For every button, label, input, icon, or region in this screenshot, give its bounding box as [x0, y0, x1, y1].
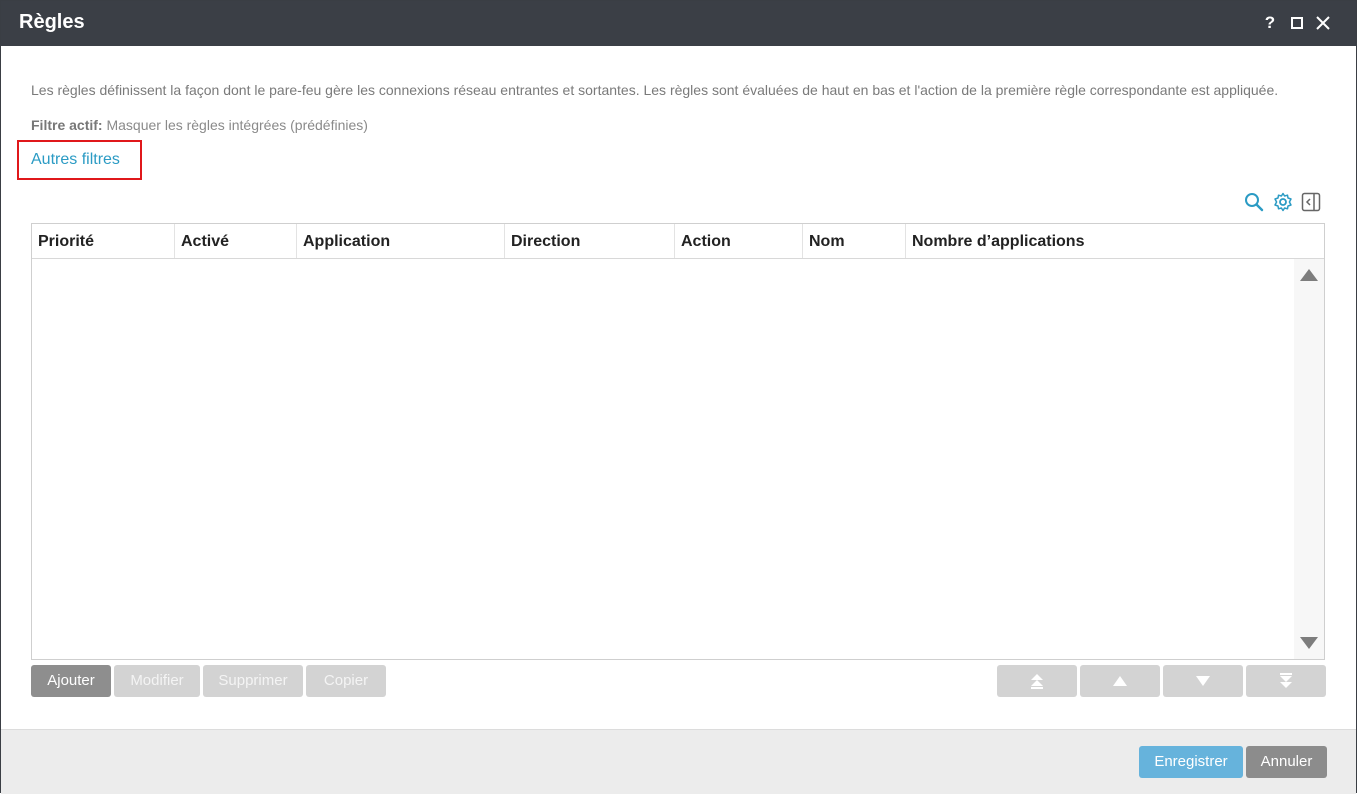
- column-header-direction[interactable]: Direction: [505, 224, 675, 258]
- scroll-down-arrow-icon[interactable]: [1300, 637, 1318, 649]
- rules-description: Les règles définissent la façon dont le …: [31, 82, 1279, 98]
- close-button[interactable]: [1313, 13, 1333, 33]
- dialog-title: Règles: [19, 11, 85, 33]
- move-to-bottom-icon: [1280, 673, 1292, 688]
- move-to-top-icon: [1031, 674, 1043, 689]
- gear-icon[interactable]: [1273, 192, 1293, 212]
- active-filter: Filtre actif: Masquer les règles intégré…: [31, 117, 368, 133]
- save-button[interactable]: Enregistrer: [1139, 746, 1243, 778]
- active-filter-label: Filtre actif:: [31, 117, 103, 133]
- rules-dialog: Règles ? Les règles définissent la façon…: [0, 0, 1357, 794]
- column-header-action[interactable]: Action: [675, 224, 803, 258]
- edit-button[interactable]: Modifier: [114, 665, 200, 697]
- column-header-app-count[interactable]: Nombre d’applications: [906, 224, 1324, 258]
- help-button[interactable]: ?: [1260, 13, 1280, 33]
- maximize-icon: [1291, 17, 1303, 29]
- maximize-button[interactable]: [1287, 13, 1307, 33]
- move-down-icon: [1196, 676, 1210, 686]
- move-up-icon: [1113, 676, 1127, 686]
- vertical-scrollbar[interactable]: [1294, 259, 1324, 659]
- move-to-top-button[interactable]: [997, 665, 1077, 697]
- add-button[interactable]: Ajouter: [31, 665, 111, 697]
- cancel-button[interactable]: Annuler: [1246, 746, 1327, 778]
- column-header-application[interactable]: Application: [297, 224, 505, 258]
- column-header-priority[interactable]: Priorité: [32, 224, 175, 258]
- close-icon: [1316, 16, 1330, 30]
- delete-button[interactable]: Supprimer: [203, 665, 303, 697]
- active-filter-value: Masquer les règles intégrées (prédéfinie…: [106, 117, 368, 133]
- column-header-name[interactable]: Nom: [803, 224, 906, 258]
- copy-button[interactable]: Copier: [306, 665, 386, 697]
- column-header-enabled[interactable]: Activé: [175, 224, 297, 258]
- scroll-up-arrow-icon[interactable]: [1300, 269, 1318, 281]
- move-up-button[interactable]: [1080, 665, 1160, 697]
- search-icon[interactable]: [1244, 192, 1264, 212]
- table-header: Priorité Activé Application Direction Ac…: [32, 224, 1324, 259]
- collapse-panel-icon[interactable]: [1301, 192, 1321, 212]
- move-to-bottom-button[interactable]: [1246, 665, 1326, 697]
- title-bar: Règles ?: [1, 1, 1356, 46]
- rules-table: Priorité Activé Application Direction Ac…: [31, 223, 1325, 660]
- move-down-button[interactable]: [1163, 665, 1243, 697]
- other-filters-link[interactable]: Autres filtres: [31, 151, 120, 169]
- dialog-footer: Enregistrer Annuler: [1, 729, 1356, 794]
